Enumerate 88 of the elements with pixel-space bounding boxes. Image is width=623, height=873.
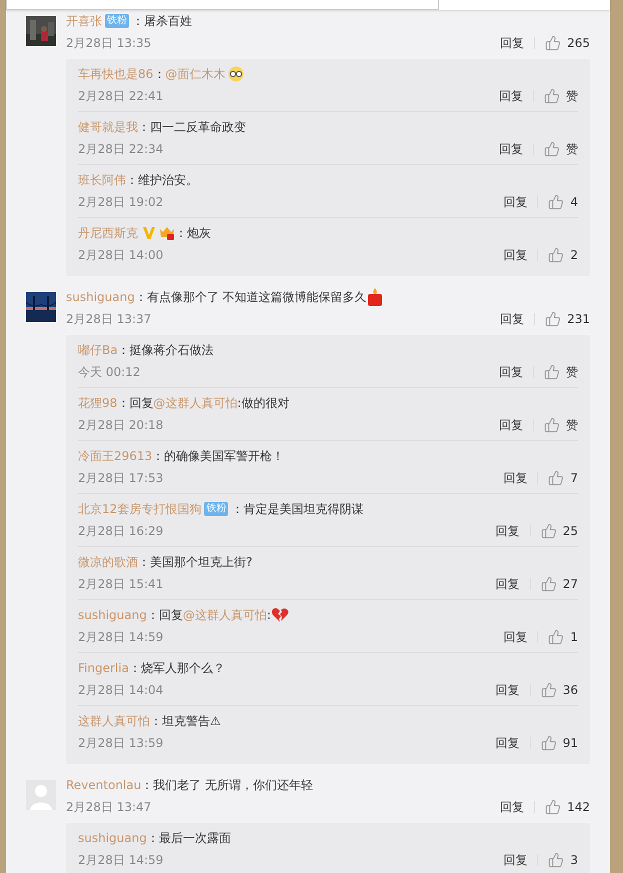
thumbs-up-icon	[544, 88, 560, 104]
like-button[interactable]: 赞	[544, 416, 578, 434]
like-button[interactable]: 25	[540, 523, 578, 539]
comment-text: sushiguang：有点像那个了 不知道这篇微博能保留多久	[66, 287, 590, 307]
reply-button[interactable]: 回复	[503, 852, 528, 868]
comment-text: 冷面王29613：的确像美国军警开枪！	[78, 446, 578, 466]
reply-button[interactable]: 回复	[499, 140, 523, 158]
like-button[interactable]: 赞	[544, 88, 578, 104]
reply-button[interactable]: 回复	[503, 628, 528, 646]
like-button[interactable]: 231	[545, 311, 590, 327]
comment-text: 这群人真可怕：坦克警告⚠	[78, 711, 578, 731]
like-button[interactable]: 4	[548, 194, 578, 210]
comment-date: 2月28日 14:00	[78, 246, 164, 264]
fan-badge: 铁粉	[204, 502, 228, 516]
reply-button[interactable]: 回复	[496, 682, 520, 698]
thumbs-up-icon	[545, 311, 562, 327]
comment-text: sushiguang：最后一次露面	[78, 828, 578, 848]
like-button[interactable]: 赞	[544, 140, 578, 158]
like-button[interactable]: 142	[545, 799, 590, 815]
reply-button[interactable]: 回复	[500, 310, 524, 328]
like-button[interactable]: 27	[540, 576, 578, 592]
like-button[interactable]: 7	[548, 470, 578, 486]
thumbs-up-icon	[548, 247, 564, 263]
input-field[interactable]	[6, 0, 439, 10]
comment-date: 2月28日 22:34	[78, 140, 164, 158]
thumbs-up-icon	[544, 141, 560, 157]
thumbs-up-icon	[548, 629, 564, 645]
comment-date: 2月28日 14:04	[78, 682, 164, 698]
thumbs-up-icon	[545, 35, 562, 51]
comment-text: Fingerlia：烧军人那个么？	[78, 658, 578, 678]
thumbs-up-icon	[548, 470, 564, 486]
fan-badge: 铁粉	[105, 14, 129, 28]
like-button[interactable]: 36	[540, 682, 578, 698]
comment-date: 2月28日 13:37	[66, 310, 152, 328]
crown-icon	[159, 225, 175, 241]
reply-button[interactable]: 回复	[503, 194, 528, 210]
like-button[interactable]: 赞	[544, 364, 578, 380]
comment-text: 健哥就是我：四一二反革命政变	[78, 117, 578, 137]
thumbs-up-icon	[540, 682, 557, 698]
like-button[interactable]: 265	[545, 35, 590, 51]
comment-date: 2月28日 19:02	[78, 194, 164, 210]
comment-date: 2月28日 16:29	[78, 522, 164, 540]
comment-text: 车再快也是86：@面仁木木	[78, 64, 578, 84]
reply-button[interactable]: 回复	[496, 576, 520, 592]
comment-date: 2月28日 13:47	[66, 798, 152, 816]
comment-date: 2月28日 20:18	[78, 416, 164, 434]
reply-button[interactable]: 回复	[496, 522, 520, 540]
reply-button[interactable]: 回复	[499, 88, 523, 104]
thumbs-up-icon	[544, 417, 560, 433]
thumbs-up-icon	[540, 523, 557, 539]
like-button[interactable]: 2	[548, 247, 578, 263]
thumbs-up-icon	[544, 364, 560, 380]
candle-icon	[366, 288, 383, 306]
reply-button[interactable]: 回复	[496, 734, 520, 752]
comment-date: 2月28日 13:59	[78, 734, 164, 752]
broken-heart-icon	[270, 607, 289, 623]
comment-text: sushiguang：回复@这群人真可怕:	[78, 605, 578, 625]
comment-text: 丹尼西斯克 ：炮灰	[78, 223, 578, 243]
comment-date: 2月28日 17:53	[78, 470, 164, 486]
comment-text: 花狸98：回复@这群人真可怕:做的很对	[78, 393, 578, 413]
comment-date: 2月28日 15:41	[78, 576, 164, 592]
reply-button[interactable]: 回复	[500, 34, 524, 52]
comment-text: 班长阿伟：维护治安。	[78, 170, 578, 190]
reply-button[interactable]: 回复	[503, 470, 528, 486]
comment-text: Reventonlau：我们老了 无所谓，你们还年轻	[66, 775, 590, 795]
reply-button[interactable]: 回复	[499, 416, 523, 434]
like-button[interactable]: 91	[540, 735, 578, 751]
reply-button[interactable]: 回复	[503, 246, 528, 264]
reply-button[interactable]: 回复	[499, 364, 523, 380]
thumbs-up-icon	[545, 799, 562, 815]
comment-text: 北京12套房专打恨国狗 铁粉 ：肯定是美国坦克得阴谋	[78, 499, 578, 519]
comment-text: 微凉的歌酒：美国那个坦克上街?	[78, 552, 578, 572]
thumbs-up-icon	[548, 852, 564, 868]
comment-text: 嘟仔Ba：挺像蒋介石做法	[78, 340, 578, 360]
comment-text: 开喜张 铁粉 ：屠杀百姓	[66, 11, 590, 31]
comment-date: 2月28日 14:59	[78, 852, 164, 868]
glasses-face-icon	[228, 66, 244, 82]
like-button[interactable]: 1	[548, 629, 578, 645]
comment-date: 2月28日 13:35	[66, 34, 152, 52]
verified-icon	[142, 226, 156, 240]
comment-date: 2月28日 22:41	[78, 88, 164, 104]
thumbs-up-icon	[540, 735, 557, 751]
comment-date: 2月28日 14:59	[78, 628, 164, 646]
reply-button[interactable]: 回复	[500, 798, 524, 816]
like-button[interactable]: 3	[548, 852, 578, 868]
thumbs-up-icon	[548, 194, 564, 210]
thumbs-up-icon	[540, 576, 557, 592]
comment-date: 今天 00:12	[78, 364, 142, 380]
